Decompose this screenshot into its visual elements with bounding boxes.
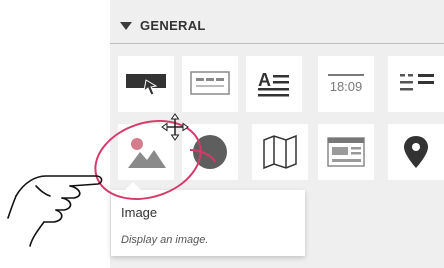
tile-location[interactable] bbox=[388, 124, 444, 180]
circle-icon bbox=[193, 135, 227, 169]
image-tooltip: Image Display an image. bbox=[111, 182, 305, 256]
component-palette-screenshot: GENERAL A 18:09 Image Display an image. bbox=[0, 0, 444, 268]
card-layout-icon bbox=[327, 137, 365, 167]
tooltip-description: Display an image. bbox=[121, 234, 209, 246]
tooltip-arrow bbox=[125, 182, 141, 190]
tile-clock[interactable]: 18:09 bbox=[318, 56, 374, 112]
pointing-hand-icon bbox=[7, 175, 103, 247]
list-icon bbox=[400, 74, 434, 91]
tile-list[interactable] bbox=[388, 56, 444, 112]
svg-text:A: A bbox=[258, 70, 271, 90]
location-pin-icon bbox=[404, 136, 428, 168]
tile-form[interactable] bbox=[182, 56, 238, 112]
image-icon bbox=[128, 138, 166, 168]
tile-hero[interactable] bbox=[118, 56, 174, 112]
hero-banner-icon bbox=[126, 74, 166, 96]
tile-image[interactable] bbox=[118, 124, 174, 180]
tile-map[interactable] bbox=[252, 124, 308, 180]
section-header-general[interactable]: GENERAL bbox=[110, 8, 444, 44]
form-icon bbox=[190, 71, 230, 95]
caret-down-icon[interactable] bbox=[120, 21, 132, 30]
tile-card[interactable] bbox=[318, 124, 374, 180]
text-icon: A bbox=[258, 70, 289, 97]
clock-icon: 18:09 bbox=[327, 74, 365, 94]
section-title: GENERAL bbox=[140, 18, 206, 33]
tile-circle[interactable] bbox=[182, 124, 238, 180]
tooltip-title: Image bbox=[121, 205, 158, 220]
tile-text[interactable]: A bbox=[246, 56, 302, 112]
map-icon bbox=[263, 134, 297, 170]
